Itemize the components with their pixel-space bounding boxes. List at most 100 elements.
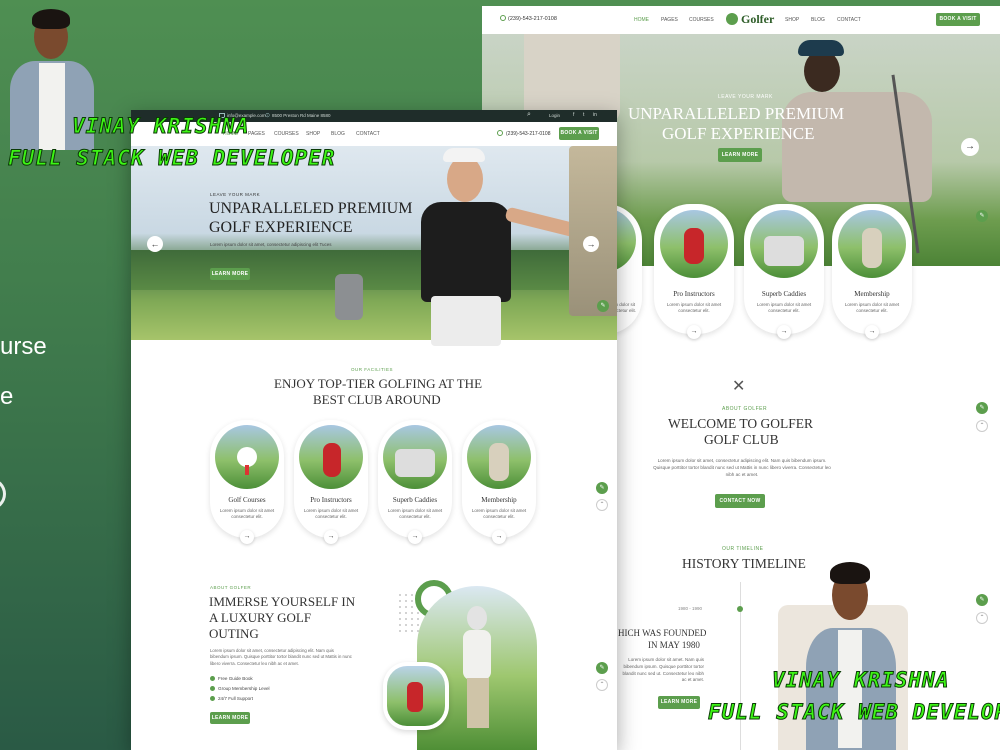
scroll-up-icon-front-2[interactable]: ⌃: [596, 679, 608, 691]
front-facilities-title-1: ENJOY TOP-TIER GOLFING AT THE: [274, 376, 483, 391]
front-page-mockup: info@example.com ⊙ 8500 Preston Rd Maine…: [131, 110, 617, 750]
back-card-arrow-button[interactable]: →: [777, 325, 791, 339]
back-hero-next-arrow[interactable]: →: [961, 138, 979, 156]
back-nav-contact[interactable]: CONTACT: [837, 17, 861, 23]
front-card-desc: Lorem ipsum dolor sit amet consectetur e…: [303, 508, 359, 520]
back-hero-title-1: UNPARALLELED PREMIUM: [628, 104, 845, 123]
front-about-eyebrow: ABOUT GOLFER: [210, 585, 252, 590]
back-card-desc: Lorem ipsum dolor sit amet consectetur e…: [666, 302, 722, 314]
golfer-woman-body: [421, 202, 511, 302]
front-nav-pages[interactable]: PAGES: [248, 131, 265, 137]
front-about-feature-1: Free Guide Book: [218, 676, 253, 681]
scroll-up-icon-2[interactable]: ⌃: [976, 612, 988, 624]
back-logo[interactable]: Golfer: [741, 12, 774, 27]
front-card-arrow-button[interactable]: →: [240, 530, 254, 544]
back-card-arrow-button[interactable]: →: [865, 325, 879, 339]
overlay-role-top: FULL STACK WEB DEVELOPER: [7, 146, 336, 171]
front-about-title-3: OUTING: [209, 626, 259, 641]
scroll-up-icon[interactable]: ⌃: [976, 420, 988, 432]
front-nav-blog[interactable]: BLOG: [331, 131, 345, 137]
phone-icon: [497, 130, 503, 136]
golf-clubs-icon: ✕: [732, 378, 746, 395]
back-book-button[interactable]: BOOK A VISIT: [936, 13, 980, 26]
overlay-name-bottom: VINAY KRISHNA: [771, 668, 950, 693]
back-hero-learn-more[interactable]: LEARN MORE: [718, 148, 762, 162]
front-hero-title-2: GOLF EXPERIENCE: [209, 219, 353, 236]
back-timeline-learn-more[interactable]: LEARN MORE: [658, 696, 700, 709]
front-card-title: Membership: [481, 496, 517, 504]
chat-icon[interactable]: ✎: [976, 402, 988, 414]
left-text-fragment-1: urse: [0, 333, 47, 360]
golfer-woman-legs: [431, 296, 501, 346]
front-card-membership[interactable]: Membership Lorem ipsum dolor sit amet co…: [462, 420, 536, 544]
front-nav-courses[interactable]: COURSES: [274, 131, 299, 137]
back-timeline-eyebrow: OUR TIMELINE: [722, 546, 764, 552]
chat-icon-2[interactable]: ✎: [976, 594, 988, 606]
linkedin-icon[interactable]: in: [593, 112, 597, 118]
front-card-superb-caddies[interactable]: Superb Caddies Lorem ipsum dolor sit ame…: [378, 420, 452, 544]
search-icon[interactable]: ⌕: [527, 111, 531, 119]
facebook-icon[interactable]: f: [573, 112, 574, 118]
back-header: (239)-543-217-0108 HOME PAGES COURSES Go…: [482, 6, 1000, 34]
back-contact-now-button[interactable]: CONTACT NOW: [715, 494, 765, 508]
location-icon: ⊙: [265, 113, 271, 119]
back-nav-courses[interactable]: COURSES: [689, 17, 714, 23]
front-card-arrow-button[interactable]: →: [492, 530, 506, 544]
about-small-photo: [383, 662, 449, 730]
front-hero: LEAVE YOUR MARK UNPARALLELED PREMIUM GOL…: [131, 146, 617, 346]
back-hero-golfer-cap: [798, 40, 844, 56]
front-card-desc: Lorem ipsum dolor sit amet consectetur e…: [387, 508, 443, 520]
back-nav-home[interactable]: HOME: [634, 17, 649, 23]
feature-check-icon: [210, 696, 215, 701]
left-decor-ring: [0, 478, 6, 510]
golf-logo-icon: [726, 13, 738, 25]
front-topbar-login[interactable]: Login: [549, 113, 560, 118]
golfer-woman-cap: [443, 148, 485, 162]
chat-icon-hero[interactable]: ✎: [976, 210, 988, 222]
front-nav-shop[interactable]: SHOP: [306, 131, 320, 137]
front-nav-contact[interactable]: CONTACT: [356, 131, 380, 137]
chat-icon-front[interactable]: ✎: [596, 482, 608, 494]
front-card-arrow-button[interactable]: →: [408, 530, 422, 544]
back-timeline-text: Lorem ipsum dolor sit amet. Nam quis bib…: [622, 657, 704, 683]
front-card-title: Golf Courses: [228, 496, 266, 504]
front-hero-title-1: UNPARALLELED PREMIUM: [209, 200, 413, 217]
back-welcome-title-2: GOLF CLUB: [704, 432, 779, 447]
front-about-learn-more[interactable]: LEARN MORE: [210, 712, 250, 724]
back-phone[interactable]: (239)-543-217-0108: [508, 16, 557, 22]
back-card-arrow-button[interactable]: →: [687, 325, 701, 339]
front-book-button[interactable]: BOOK A VISIT: [559, 127, 599, 140]
chat-icon-front-hero[interactable]: ✎: [597, 300, 609, 312]
chat-icon-front-2[interactable]: ✎: [596, 662, 608, 674]
front-hero-next-arrow[interactable]: →: [583, 236, 599, 252]
back-nav-shop[interactable]: SHOP: [785, 17, 799, 23]
front-hero-prev-arrow[interactable]: ←: [147, 236, 163, 252]
back-card-desc: Lorem ipsum dolor sit amet consectetur e…: [844, 302, 900, 314]
front-card-pro-instructors[interactable]: Pro Instructors Lorem ipsum dolor sit am…: [294, 420, 368, 544]
front-about-title-1: IMMERSE YOURSELF IN: [209, 594, 356, 609]
scroll-up-icon-front[interactable]: ⌃: [596, 499, 608, 511]
back-timeline-event-1: HICH WAS FOUNDED: [618, 628, 707, 638]
front-hero-eyebrow: LEAVE YOUR MARK: [210, 192, 261, 197]
golf-cart: [569, 146, 617, 316]
back-card-3[interactable]: Membership Lorem ipsum dolor sit amet co…: [832, 204, 912, 339]
front-about-feature-3: 24/7 Full Support: [218, 696, 253, 701]
golf-bag: [335, 274, 363, 320]
front-phone[interactable]: (239)-543-217-0108: [506, 131, 550, 137]
back-card-title: Superb Caddies: [761, 290, 807, 298]
front-card-photo: [215, 425, 279, 489]
feature-check-icon: [210, 676, 215, 681]
back-card-desc: Lorem ipsum dolor sit amet consectetur e…: [756, 302, 812, 314]
front-card-golf-courses[interactable]: Golf Courses Lorem ipsum dolor sit amet …: [210, 420, 284, 544]
back-card-1[interactable]: Pro Instructors Lorem ipsum dolor sit am…: [654, 204, 734, 339]
back-card-2[interactable]: Superb Caddies Lorem ipsum dolor sit ame…: [744, 204, 824, 339]
golfer-woman-head: [447, 156, 483, 202]
front-hero-learn-more[interactable]: LEARN MORE: [210, 268, 250, 280]
front-card-arrow-button[interactable]: →: [324, 530, 338, 544]
twitter-icon[interactable]: t: [583, 112, 584, 118]
back-nav-blog[interactable]: BLOG: [811, 17, 825, 23]
back-nav-pages[interactable]: PAGES: [661, 17, 678, 23]
front-about-text: Lorem ipsum dolor sit amet, consectetur …: [210, 648, 352, 666]
front-card-photo: [299, 425, 363, 489]
back-hero-title-2: GOLF EXPERIENCE: [662, 124, 815, 143]
